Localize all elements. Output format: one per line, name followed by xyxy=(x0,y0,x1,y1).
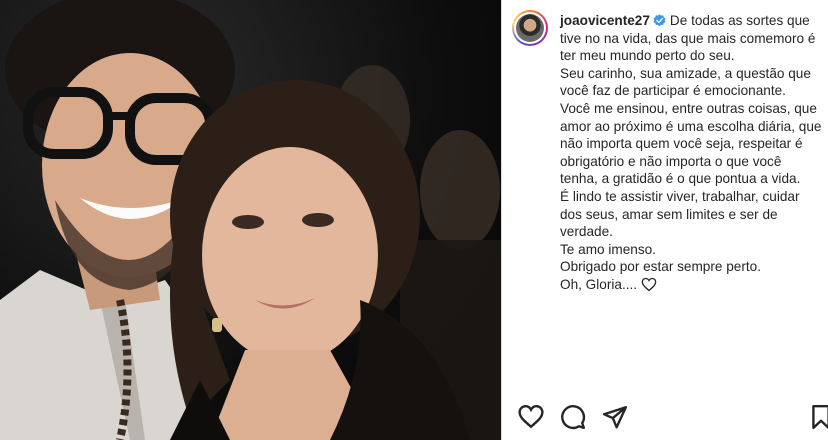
caption-line-4: É lindo te assistir viver, trabalhar, cu… xyxy=(560,188,800,240)
post-caption: joaovicente27 De todas as sortes que tive… xyxy=(560,12,822,294)
avatar-image xyxy=(516,14,544,42)
avatar-border xyxy=(514,12,546,44)
verified-badge-icon xyxy=(653,14,666,27)
bookmark-icon[interactable] xyxy=(808,404,828,430)
caption-line-2: Seu carinho, sua amizade, a questão que … xyxy=(560,65,811,99)
post-photo[interactable] xyxy=(0,0,501,440)
heart-icon xyxy=(641,277,657,292)
caption-line-3: Você me ensinou, entre outras coisas, qu… xyxy=(560,100,822,187)
post-photo-illustration xyxy=(0,0,501,440)
paper-plane-icon[interactable] xyxy=(602,404,628,430)
post-action-bar xyxy=(502,396,828,440)
caption-line-6: Obrigado por estar sempre perto. xyxy=(560,259,761,275)
profile-avatar[interactable] xyxy=(512,10,548,46)
caption-line-7: Oh, Gloria.... xyxy=(560,276,638,292)
caption-line-5: Te amo imenso. xyxy=(560,241,656,257)
username-link[interactable]: joaovicente27 xyxy=(560,13,650,28)
comment-icon[interactable] xyxy=(560,404,586,430)
caption-line-7-wrap: Oh, Gloria.... xyxy=(560,276,822,294)
like-heart-icon[interactable] xyxy=(518,404,544,430)
